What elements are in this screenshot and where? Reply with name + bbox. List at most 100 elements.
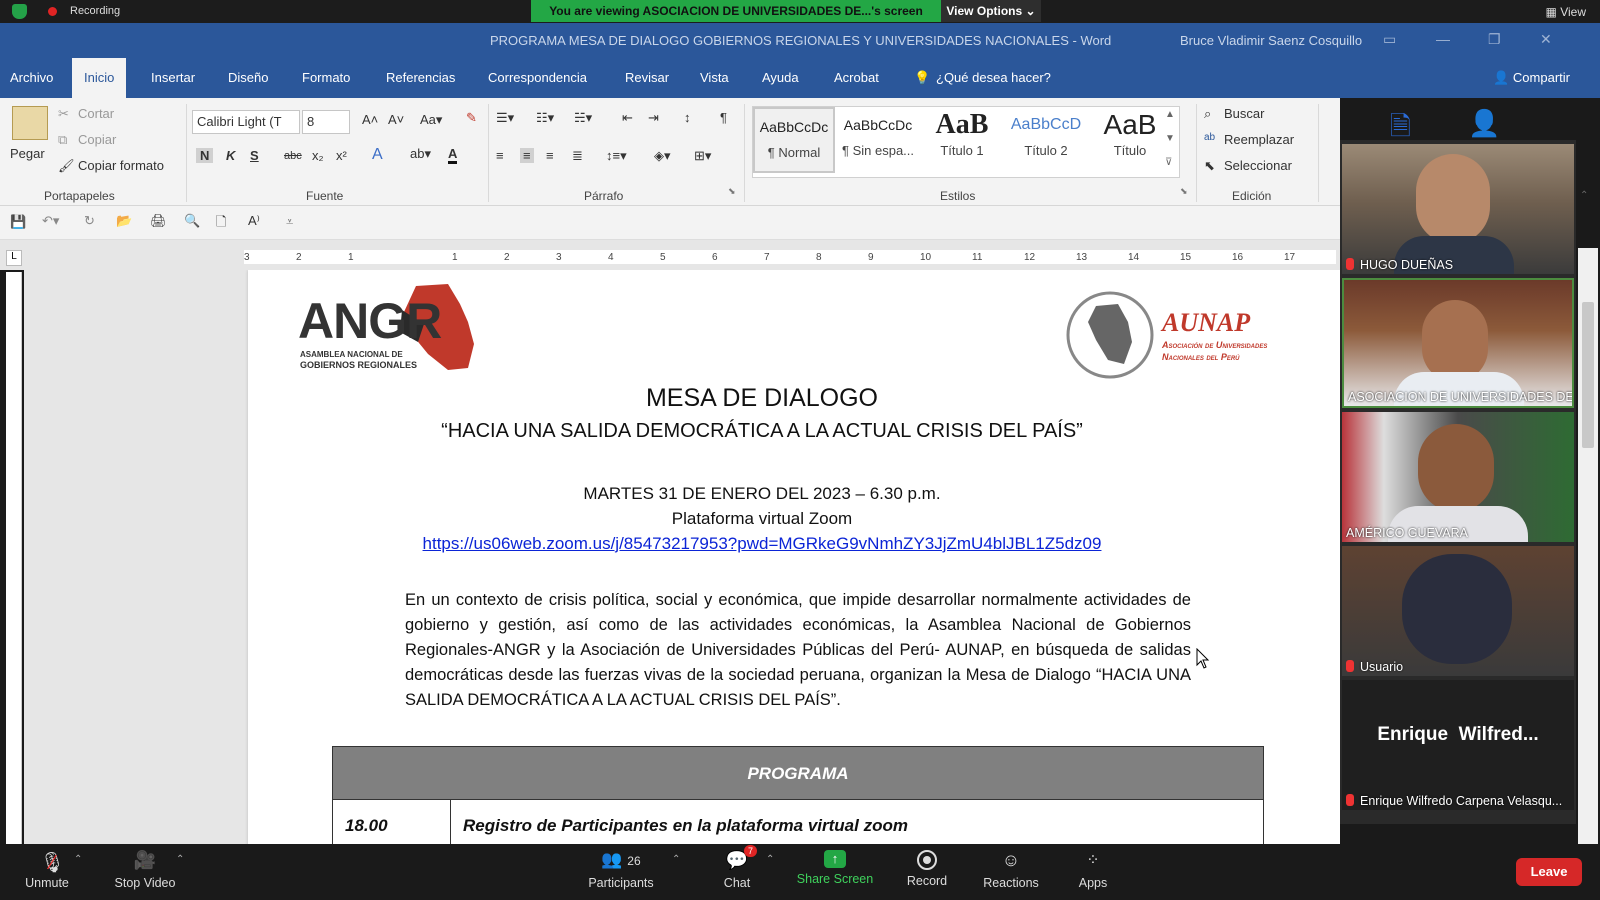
- style-title[interactable]: AaB Título: [1089, 107, 1171, 173]
- leave-button[interactable]: Leave: [1516, 858, 1582, 886]
- video-tile-no-video[interactable]: Enrique Wilfred... Enrique Wilfredo Carp…: [1342, 680, 1574, 810]
- paste-icon[interactable]: [12, 106, 48, 140]
- shrink-font-icon[interactable]: A˅: [388, 112, 404, 127]
- ribbon-display-icon[interactable]: ▭: [1383, 31, 1396, 48]
- multilevel-list-icon[interactable]: ☵▾: [574, 110, 592, 126]
- tab-inicio[interactable]: Inicio: [72, 58, 127, 98]
- styles-scroll-up-icon[interactable]: ▲: [1165, 109, 1175, 120]
- style-normal[interactable]: AaBbCcDc ¶ Normal: [753, 107, 835, 173]
- cut-button[interactable]: Cortar: [78, 106, 114, 121]
- scrollbar-thumb[interactable]: [1582, 302, 1594, 448]
- view-button[interactable]: ▦ View: [1546, 5, 1586, 19]
- redo-icon[interactable]: ↻: [84, 213, 95, 229]
- video-tile[interactable]: Usuario: [1342, 546, 1574, 676]
- change-case-icon[interactable]: Aa▾: [420, 112, 442, 128]
- new-document-icon[interactable]: 🗋: [216, 213, 226, 235]
- tab-referencias[interactable]: Referencias: [386, 58, 455, 98]
- select-button[interactable]: Seleccionar: [1224, 158, 1292, 173]
- tab-vista[interactable]: Vista: [700, 58, 729, 98]
- grow-font-icon[interactable]: A˄: [362, 112, 378, 127]
- close-icon[interactable]: ✕: [1540, 31, 1552, 48]
- participants-options-chevron-icon[interactable]: ⌃: [672, 854, 680, 865]
- zoom-meeting-link[interactable]: https://us06web.zoom.us/j/85473217953?pw…: [216, 534, 1308, 554]
- line-spacing-icon[interactable]: ↕≡▾: [606, 148, 627, 164]
- tell-me-search[interactable]: ¿Qué desea hacer?: [936, 58, 1051, 98]
- minimize-icon[interactable]: —: [1436, 31, 1450, 47]
- sort-icon[interactable]: ↕: [684, 110, 691, 125]
- share-button[interactable]: 👤 Compartir: [1493, 70, 1570, 86]
- restore-icon[interactable]: ❐: [1488, 31, 1501, 48]
- style-heading-2[interactable]: AaBbCcD Título 2: [1005, 107, 1087, 173]
- numbering-icon[interactable]: ☷▾: [536, 110, 554, 126]
- italic-icon[interactable]: K: [226, 148, 235, 163]
- tab-diseno[interactable]: Diseño: [228, 58, 268, 98]
- share-screen-button[interactable]: ↑ Share Screen: [790, 850, 880, 886]
- copy-format-button[interactable]: Copiar formato: [78, 158, 164, 173]
- superscript-icon[interactable]: x²: [336, 148, 347, 163]
- align-right-icon[interactable]: ≡: [546, 148, 554, 163]
- document-page[interactable]: ANGR ASAMBLEA NACIONAL DE GOBIERNOS REGI…: [248, 270, 1340, 844]
- style-heading-1[interactable]: AaB Título 1: [921, 107, 1003, 173]
- font-size-select[interactable]: 8: [302, 110, 350, 134]
- justify-icon[interactable]: ≣: [572, 148, 583, 164]
- show-marks-icon[interactable]: ¶: [720, 110, 727, 125]
- security-shield-icon[interactable]: [12, 4, 27, 19]
- open-folder-icon[interactable]: 📂: [116, 213, 132, 229]
- acrobat-sign-icon[interactable]: 👤: [1468, 108, 1500, 139]
- dialog-launcher-icon[interactable]: ⬊: [1180, 186, 1188, 197]
- styles-more-icon[interactable]: ⊽: [1165, 157, 1172, 168]
- customize-qat-icon[interactable]: ⩡: [286, 214, 293, 230]
- read-aloud-icon[interactable]: A⁾: [248, 213, 260, 229]
- tab-archivo[interactable]: Archivo: [10, 58, 53, 98]
- find-button[interactable]: Buscar: [1224, 106, 1264, 121]
- save-icon[interactable]: 💾: [10, 214, 26, 230]
- shading-icon[interactable]: ◈▾: [654, 148, 671, 164]
- dialog-launcher-icon[interactable]: ⬊: [728, 186, 736, 197]
- video-tile[interactable]: AMÉRICO GUEVARA: [1342, 412, 1574, 542]
- highlight-icon[interactable]: ab▾: [410, 146, 431, 162]
- font-name-select[interactable]: Calibri Light (T: [192, 110, 300, 134]
- video-tile[interactable]: HUGO DUEÑAS: [1342, 144, 1574, 274]
- clear-format-icon[interactable]: ✎: [466, 110, 477, 126]
- tab-acrobat[interactable]: Acrobat: [834, 58, 879, 98]
- tab-ayuda[interactable]: Ayuda: [762, 58, 799, 98]
- tab-insertar[interactable]: Insertar: [151, 58, 195, 98]
- document-scrollbar[interactable]: [1578, 248, 1598, 844]
- align-center-icon[interactable]: ≡: [520, 148, 534, 163]
- replace-button[interactable]: Reemplazar: [1224, 132, 1294, 147]
- tab-selector[interactable]: L: [6, 250, 22, 266]
- undo-icon[interactable]: ↶▾: [42, 213, 59, 229]
- style-no-spacing[interactable]: AaBbCcDc ¶ Sin espa...: [837, 107, 919, 173]
- bullets-icon[interactable]: ☰▾: [496, 110, 514, 126]
- view-options-button[interactable]: View Options ⌄: [941, 0, 1041, 22]
- reactions-button[interactable]: ☺ Reactions: [966, 850, 1056, 890]
- styles-scroll-down-icon[interactable]: ▼: [1165, 133, 1175, 144]
- bold-icon[interactable]: N: [196, 148, 214, 163]
- print-preview-icon[interactable]: 🔍: [184, 213, 200, 229]
- record-button[interactable]: Record: [882, 850, 972, 888]
- borders-icon[interactable]: ⊞▾: [694, 148, 711, 164]
- increase-indent-icon[interactable]: ⇥: [648, 110, 659, 126]
- tab-formato[interactable]: Formato: [302, 58, 350, 98]
- strikethrough-icon[interactable]: abc: [284, 150, 302, 162]
- user-name[interactable]: Bruce Vladimir Saenz Cosquillo: [1180, 33, 1362, 48]
- font-color-icon[interactable]: A: [448, 146, 458, 164]
- decrease-indent-icon[interactable]: ⇤: [622, 110, 633, 126]
- chat-options-chevron-icon[interactable]: ⌃: [766, 854, 774, 865]
- align-left-icon[interactable]: ≡: [496, 148, 504, 163]
- underline-icon[interactable]: S: [250, 148, 259, 163]
- apps-button[interactable]: ⁘ Apps: [1048, 850, 1138, 890]
- audio-options-chevron-icon[interactable]: ⌃: [74, 854, 82, 865]
- tab-correspondencia[interactable]: Correspondencia: [488, 58, 587, 98]
- subscript-icon[interactable]: x₂: [312, 148, 324, 163]
- copy-button[interactable]: Copiar: [78, 132, 116, 147]
- text-effects-icon[interactable]: A: [372, 146, 383, 164]
- participants-button[interactable]: 👥 26 Participants: [576, 850, 666, 890]
- paste-button[interactable]: Pegar: [10, 146, 45, 161]
- print-icon[interactable]: 🖨: [150, 213, 167, 229]
- vertical-ruler[interactable]: [6, 272, 22, 844]
- tab-revisar[interactable]: Revisar: [625, 58, 669, 98]
- collapse-ribbon-icon[interactable]: ⌃: [1580, 190, 1588, 201]
- horizontal-ruler[interactable]: 3 2 1 1 2 3 4 5 6 7 8 9 10 11 12 13 14 15 16 17: [244, 250, 1336, 264]
- video-options-chevron-icon[interactable]: ⌃: [176, 854, 184, 865]
